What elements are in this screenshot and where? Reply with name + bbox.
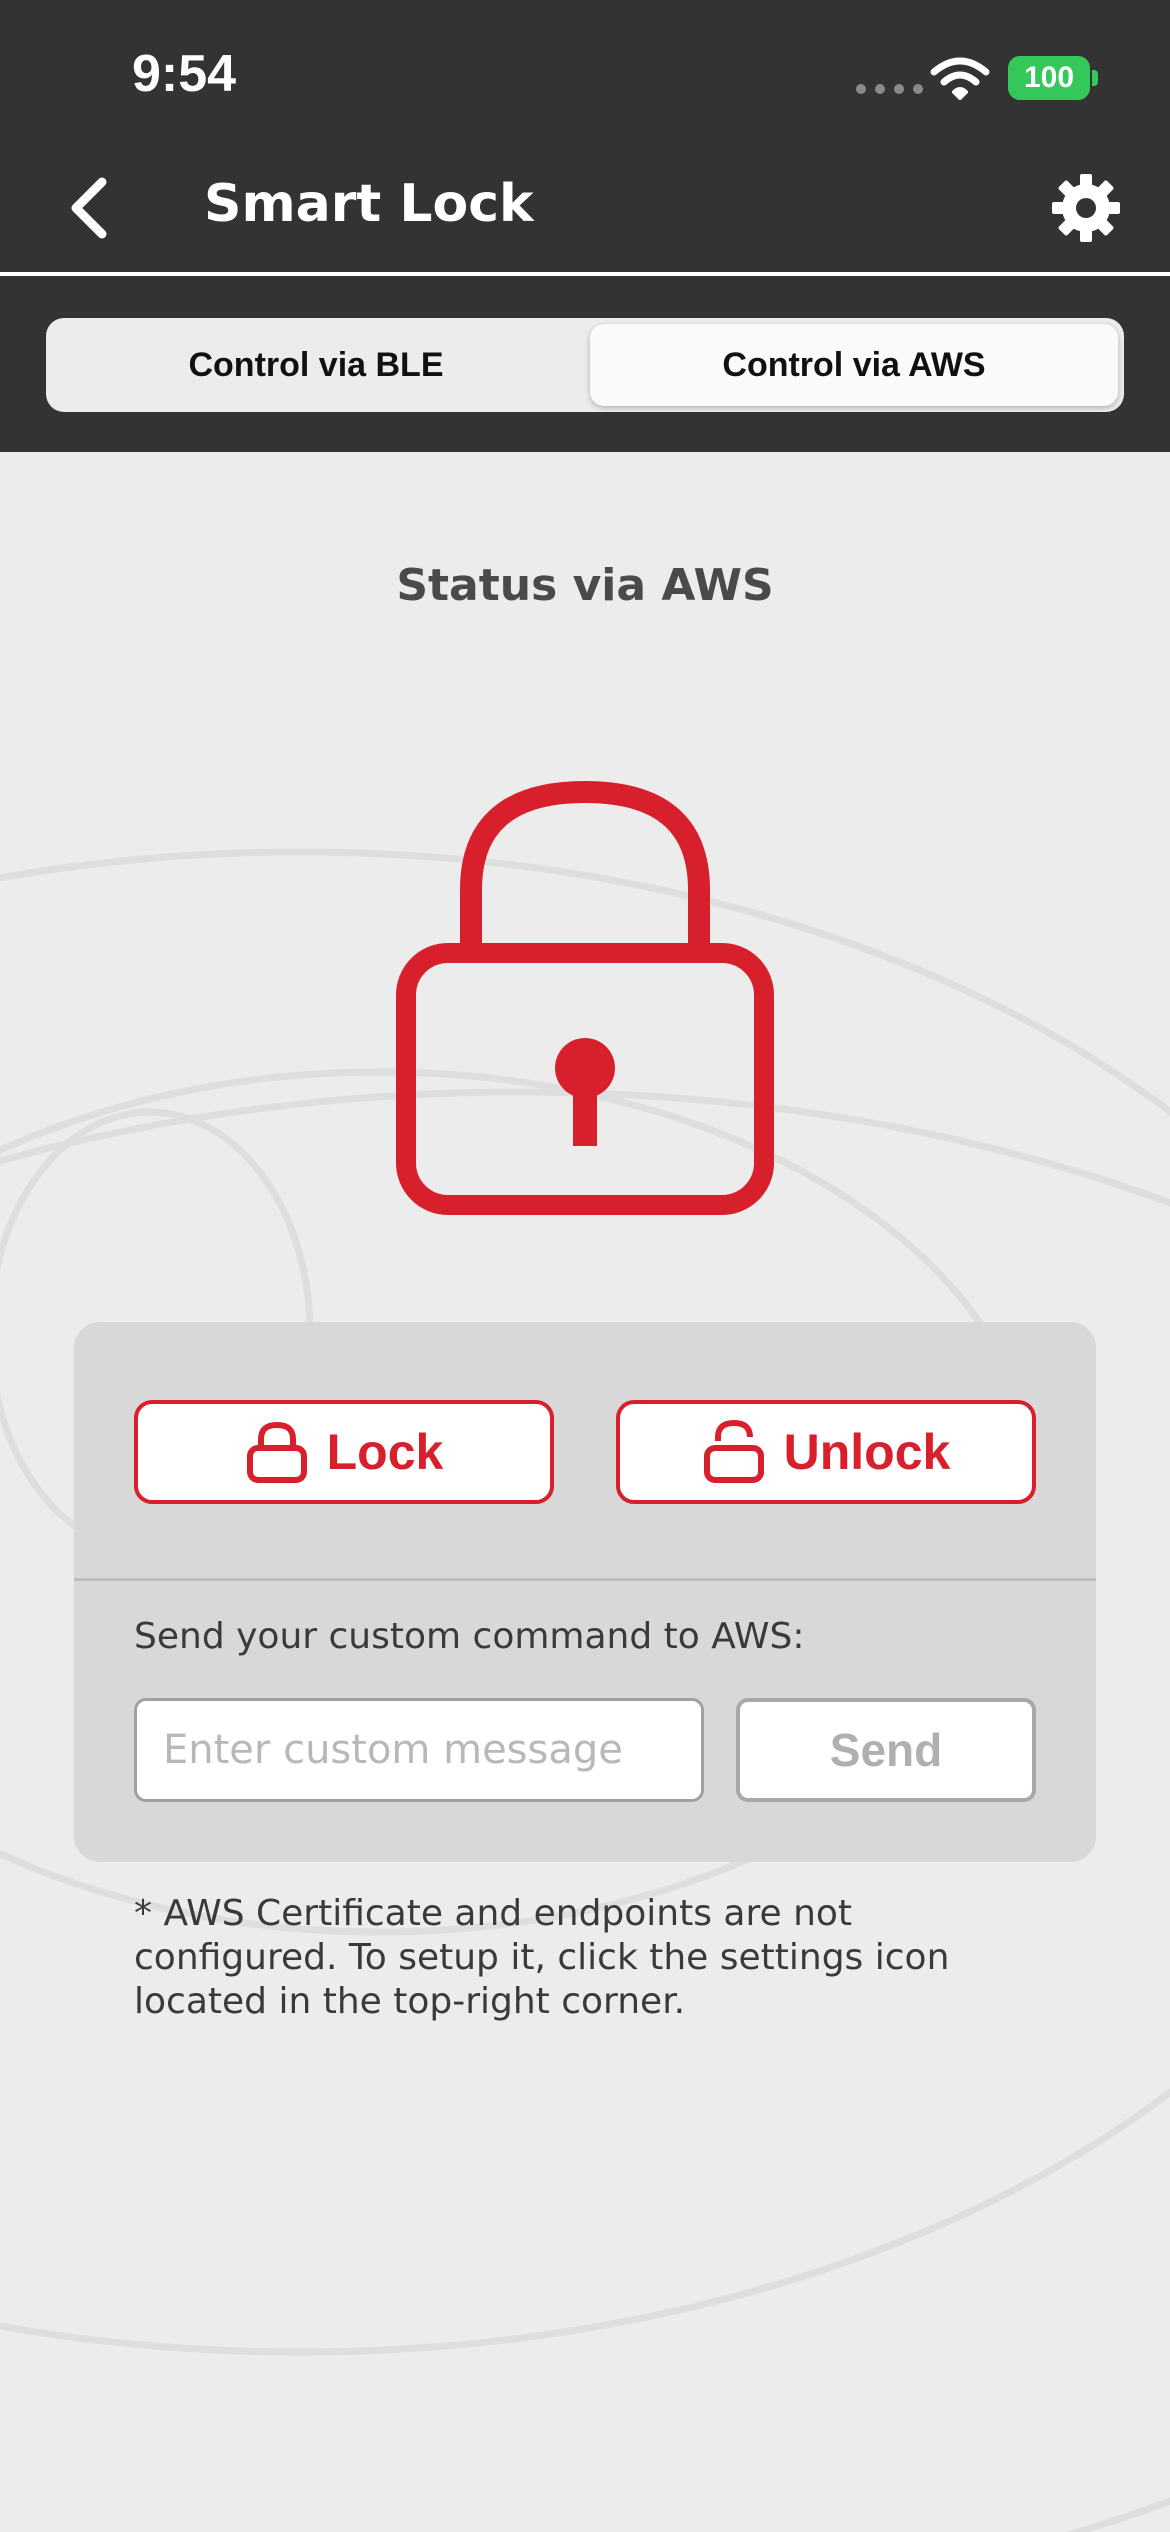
page-title: Smart Lock	[204, 174, 534, 234]
battery-indicator: 100	[1008, 56, 1090, 100]
header-divider	[0, 272, 1170, 276]
status-time: 9:54	[132, 45, 237, 103]
padlock-open-icon	[703, 1419, 764, 1483]
back-button[interactable]	[58, 172, 118, 244]
lock-button[interactable]: Lock	[134, 1400, 554, 1504]
custom-message-input[interactable]	[134, 1698, 704, 1802]
tab-control-ble[interactable]: Control via BLE	[52, 324, 580, 406]
control-card: Lock Unlock Send your custom command to …	[74, 1322, 1096, 1862]
control-mode-segmented-control: Control via BLE Control via AWS	[46, 318, 1124, 412]
tab-control-aws[interactable]: Control via AWS	[590, 324, 1118, 406]
padlock-locked-icon	[396, 780, 774, 1215]
app-header: 9:54 100 Smart Lock Control via BLE Cont…	[0, 0, 1170, 452]
card-divider	[74, 1578, 1096, 1581]
unlock-button-label: Unlock	[783, 1424, 951, 1480]
wifi-icon	[930, 57, 990, 100]
battery-tip	[1092, 70, 1098, 86]
unlock-button[interactable]: Unlock	[616, 1400, 1036, 1504]
padlock-closed-icon	[246, 1421, 307, 1483]
gear-icon[interactable]	[1050, 172, 1122, 244]
send-button[interactable]: Send	[736, 1698, 1036, 1802]
lock-button-label: Lock	[326, 1424, 444, 1480]
aws-config-note: * AWS Certificate and endpoints are not …	[134, 1893, 950, 2022]
cellular-signal-icon	[856, 84, 923, 94]
custom-command-label: Send your custom command to AWS:	[134, 1616, 805, 1657]
status-title: Status via AWS	[396, 560, 774, 611]
